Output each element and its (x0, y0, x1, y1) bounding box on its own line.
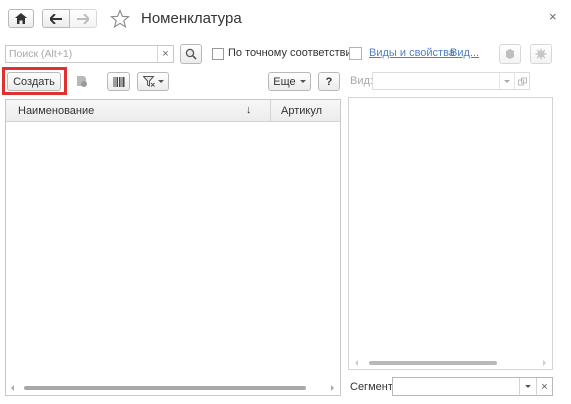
window-title: Номенклатура (141, 10, 242, 27)
clear-icon: × (162, 48, 169, 60)
home-button[interactable] (8, 9, 34, 28)
barcode-icon (113, 76, 125, 87)
search-button[interactable] (180, 44, 202, 64)
arrow-left-icon (50, 13, 62, 24)
kinds-and-properties-link[interactable]: Виды и свойства (369, 47, 455, 59)
horizontal-scrollbar[interactable] (6, 382, 340, 394)
forward-button[interactable] (69, 9, 97, 28)
create-button[interactable]: Создать (7, 72, 61, 91)
scrollbar-thumb[interactable] (369, 361, 497, 365)
column-divider (270, 100, 271, 122)
sort-arrow-icon: ↓ (246, 104, 252, 116)
segment-dropdown-button[interactable] (519, 378, 536, 395)
help-button[interactable]: ? (318, 72, 340, 91)
chevron-down-icon (504, 79, 510, 83)
settings-button[interactable] (530, 44, 552, 64)
column-header-article[interactable]: Артикул (281, 105, 322, 117)
chevron-down-icon (157, 80, 164, 83)
exact-match-label: По точному соответствию (228, 47, 360, 59)
copy-item-icon[interactable] (73, 73, 89, 89)
search-placeholder: Поиск (Alt+1) (9, 48, 73, 60)
more-button-label: Еще (273, 75, 296, 88)
more-button[interactable]: Еще (268, 72, 311, 91)
arrow-right-icon (77, 13, 89, 24)
close-icon[interactable]: × (549, 9, 557, 24)
back-button[interactable] (42, 9, 70, 28)
scroll-left-icon[interactable] (11, 385, 14, 391)
magnifier-icon (185, 48, 197, 60)
clear-icon: × (541, 380, 548, 393)
barcode-button[interactable] (107, 72, 130, 91)
link-icon (517, 77, 527, 86)
scroll-right-icon[interactable] (331, 385, 334, 391)
properties-panel[interactable] (348, 97, 553, 370)
segment-label: Сегмент: (350, 381, 396, 393)
filter-icon (142, 76, 155, 87)
scrollbar-thumb[interactable] (24, 386, 306, 390)
items-table[interactable]: Наименование ↓ Артикул (5, 99, 341, 396)
exact-match-checkbox[interactable] (212, 48, 224, 60)
chevron-down-icon (525, 385, 531, 388)
search-input[interactable]: Поиск (Alt+1) (5, 45, 174, 63)
properties-checkbox[interactable] (349, 47, 362, 60)
gear-icon (535, 48, 547, 60)
cube-icon (504, 48, 516, 60)
panel-horizontal-scrollbar[interactable] (349, 358, 552, 368)
kind-label: Вид: (350, 75, 373, 87)
search-clear-button[interactable]: × (157, 46, 173, 62)
column-header-name[interactable]: Наименование (18, 105, 94, 117)
home-icon (15, 13, 27, 24)
chevron-down-icon (299, 80, 306, 83)
kind-open-button[interactable] (514, 73, 529, 89)
copy-button[interactable] (499, 44, 521, 64)
scroll-right-icon[interactable] (543, 360, 546, 366)
segment-clear-button[interactable]: × (536, 378, 552, 395)
kinds-short-link[interactable]: Вид... (450, 47, 479, 59)
kind-dropdown-button[interactable] (499, 73, 514, 89)
filter-button[interactable] (137, 72, 169, 91)
scroll-left-icon[interactable] (355, 360, 358, 366)
favorite-star-icon[interactable] (110, 9, 130, 29)
